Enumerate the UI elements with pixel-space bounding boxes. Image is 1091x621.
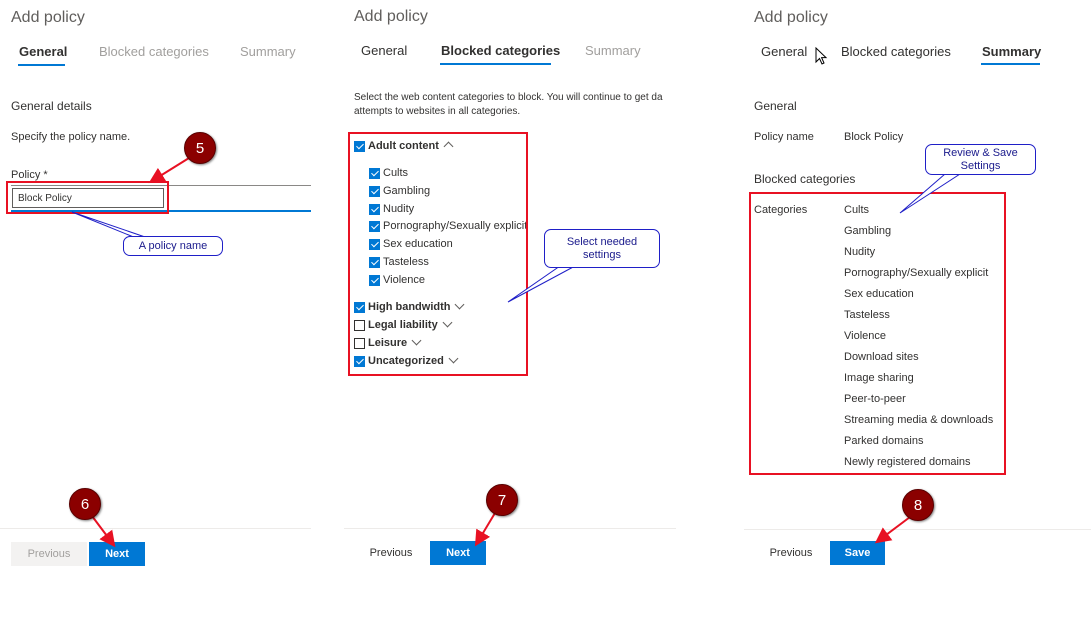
arrow-6 bbox=[91, 515, 116, 548]
step-badge-5: 5 bbox=[184, 132, 216, 164]
step-badge-6: 6 bbox=[69, 488, 101, 520]
arrow-5 bbox=[148, 157, 190, 184]
callout-pointer-policy bbox=[71, 211, 149, 239]
arrow-7 bbox=[474, 512, 496, 547]
arrow-8 bbox=[874, 516, 911, 544]
callout-line: Review & Save bbox=[943, 146, 1018, 159]
step-badge-8: 8 bbox=[902, 489, 934, 521]
callout-line: Settings bbox=[960, 159, 1001, 172]
annotation-arrows bbox=[71, 157, 962, 548]
callout-policy-name: A policy name bbox=[123, 236, 223, 256]
callout-pointer-review bbox=[899, 173, 962, 214]
callout-review-save: Review & Save Settings bbox=[925, 144, 1036, 175]
callout-line: settings bbox=[583, 248, 621, 261]
step-badge-7: 7 bbox=[486, 484, 518, 516]
callout-select-settings: Select needed settings bbox=[544, 229, 660, 268]
callout-pointer-select bbox=[507, 265, 576, 303]
callout-line: Select needed bbox=[566, 235, 638, 248]
